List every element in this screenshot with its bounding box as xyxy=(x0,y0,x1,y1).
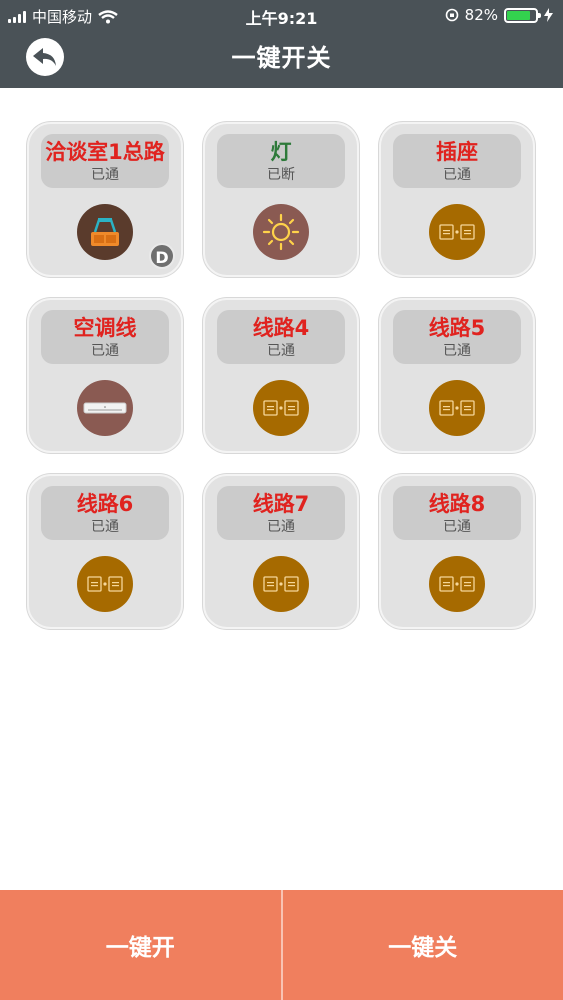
tile-name: 线路6 xyxy=(76,492,134,516)
switch-icon xyxy=(253,556,309,612)
circuit-tile[interactable]: 空调线 已通 xyxy=(27,298,183,453)
switch-icon xyxy=(77,556,133,612)
tile-name: 空调线 xyxy=(73,316,137,340)
tile-label-box: 线路8 已通 xyxy=(393,486,521,540)
status-right: 82% xyxy=(445,6,553,24)
tile-name: 洽谈室1总路 xyxy=(45,140,165,164)
tile-name: 线路5 xyxy=(428,316,486,340)
tile-label-box: 洽谈室1总路已通 xyxy=(41,134,169,188)
circuit-tile[interactable]: 洽谈室1总路已通 D xyxy=(27,122,183,277)
tile-name: 线路7 xyxy=(252,492,310,516)
circuit-tile[interactable]: 灯已断 xyxy=(203,122,359,277)
tile-label-box: 线路5 已通 xyxy=(393,310,521,364)
light-bulb-icon xyxy=(253,204,309,260)
tile-state: 已通 xyxy=(443,343,471,359)
status-bar: 中国移动 上午9:21 82% xyxy=(0,0,563,30)
tile-state: 已通 xyxy=(91,343,119,359)
tile-name: 插座 xyxy=(436,140,478,164)
all-on-button[interactable]: 一键开 xyxy=(0,890,281,1000)
tile-state: 已通 xyxy=(443,519,471,535)
battery-percent: 82% xyxy=(464,6,498,24)
tile-name: 灯 xyxy=(270,140,292,164)
tile-state: 已通 xyxy=(267,519,295,535)
page-title: 一键开关 xyxy=(231,44,332,72)
tile-state: 已通 xyxy=(443,167,471,183)
switch-icon xyxy=(429,556,485,612)
circuit-tile[interactable]: 线路5 已通 xyxy=(379,298,535,453)
switch-icon xyxy=(429,204,485,260)
top-bar: 中国移动 上午9:21 82% 一键开关 xyxy=(0,0,563,88)
all-off-button[interactable]: 一键关 xyxy=(282,890,563,1000)
bottom-action-bar: 一键开 一键关 xyxy=(0,890,563,1000)
air-conditioner-icon xyxy=(77,380,133,436)
tile-state: 已通 xyxy=(91,167,119,183)
orientation-lock-icon xyxy=(445,8,458,22)
tile-label-box: 线路7 已通 xyxy=(217,486,345,540)
battery-icon xyxy=(504,7,541,23)
tile-name: 线路4 xyxy=(252,316,310,340)
circuit-tile[interactable]: 线路4 已通 xyxy=(203,298,359,453)
tile-label-box: 插座 已通 xyxy=(393,134,521,188)
circuit-tile[interactable]: 线路6 已通 xyxy=(27,474,183,629)
switch-icon xyxy=(253,380,309,436)
tile-state: 已通 xyxy=(91,519,119,535)
device-badge: D xyxy=(149,243,175,269)
circuit-tile[interactable]: 插座 已通 xyxy=(379,122,535,277)
tile-label-box: 线路6 已通 xyxy=(41,486,169,540)
tile-label-box: 空调线 已通 xyxy=(41,310,169,364)
tile-label-box: 灯已断 xyxy=(217,134,345,188)
projector-icon xyxy=(77,204,133,260)
circuit-tile[interactable]: 线路8 已通 xyxy=(379,474,535,629)
tile-label-box: 线路4 已通 xyxy=(217,310,345,364)
switch-icon xyxy=(429,380,485,436)
charging-bolt-icon xyxy=(544,8,553,22)
tile-state: 已断 xyxy=(267,167,295,183)
circuit-tile[interactable]: 线路7 已通 xyxy=(203,474,359,629)
tile-name: 线路8 xyxy=(428,492,486,516)
tile-state: 已通 xyxy=(267,343,295,359)
battery-fill xyxy=(507,10,530,20)
